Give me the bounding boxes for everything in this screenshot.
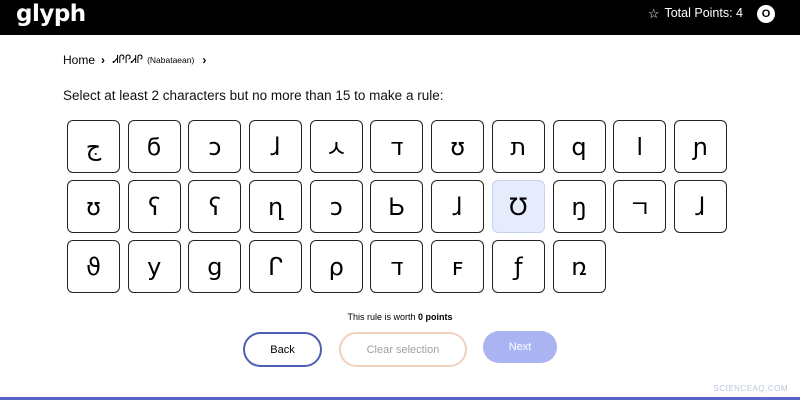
character-tile[interactable]: ʊ bbox=[431, 120, 485, 173]
character-tile[interactable]: ד bbox=[370, 120, 424, 173]
chevron-right-icon: › bbox=[101, 53, 106, 67]
character-tile[interactable]: ا bbox=[613, 120, 667, 173]
character-tile[interactable]: ŋ bbox=[552, 180, 606, 233]
character-tile[interactable]: ɺ bbox=[431, 180, 485, 233]
glyph-logo[interactable]: glyph bbox=[16, 1, 86, 27]
character-tile[interactable]: ɺ bbox=[249, 120, 303, 173]
next-button[interactable]: Next bbox=[483, 331, 557, 363]
character-grid: جϭɔɺㅅדʊתqاɲʊʕʕղɔᏏɺƱŋㄱɺϑyցᒋρדꜰƒռ bbox=[67, 120, 729, 293]
breadcrumb-script-language[interactable]: (Nabataean) bbox=[147, 55, 194, 65]
character-tile[interactable]: ᒋ bbox=[249, 240, 303, 293]
character-tile[interactable]: ɔ bbox=[188, 120, 242, 173]
avatar[interactable]: O bbox=[757, 5, 775, 23]
character-tile[interactable]: ʕ bbox=[127, 180, 181, 233]
character-tile[interactable]: ϑ bbox=[67, 240, 120, 293]
watermark: SCIENCEAQ.COM bbox=[713, 384, 788, 393]
character-tile[interactable]: ց bbox=[188, 240, 242, 293]
total-points: ☆ Total Points: 4 bbox=[648, 6, 743, 20]
character-tile[interactable]: ʕ bbox=[188, 180, 242, 233]
character-tile[interactable]: ת bbox=[491, 120, 545, 173]
chevron-right-icon: › bbox=[202, 53, 207, 67]
character-tile[interactable]: q bbox=[552, 120, 606, 173]
character-tile[interactable]: ㄱ bbox=[613, 180, 667, 233]
top-navigation-bar: glyph ☆ Total Points: 4 O bbox=[0, 0, 800, 35]
character-tile[interactable]: ɔ bbox=[309, 180, 363, 233]
character-tile[interactable]: ʊ bbox=[67, 180, 120, 233]
character-tile[interactable]: ƒ bbox=[491, 240, 545, 293]
breadcrumb-home-link[interactable]: Home bbox=[63, 53, 95, 67]
character-tile[interactable]: ㅅ bbox=[309, 120, 363, 173]
back-button[interactable]: Back bbox=[243, 332, 322, 367]
character-tile[interactable]: ד bbox=[370, 240, 424, 293]
rule-worth-text: This rule is worth 0 points bbox=[0, 312, 800, 322]
character-tile[interactable]: y bbox=[127, 240, 181, 293]
star-icon: ☆ bbox=[647, 5, 660, 21]
character-tile[interactable]: ρ bbox=[309, 240, 363, 293]
instruction-text: Select at least 2 characters but no more… bbox=[63, 88, 444, 103]
breadcrumb: Home › ᏗᎵᎵᏗᎵ (Nabataean) › bbox=[63, 53, 214, 67]
character-tile[interactable]: ج bbox=[67, 120, 120, 173]
character-tile[interactable]: ղ bbox=[249, 180, 303, 233]
clear-selection-button[interactable]: Clear selection bbox=[339, 332, 467, 367]
character-tile[interactable]: ɺ bbox=[673, 180, 727, 233]
character-tile[interactable]: ꜰ bbox=[431, 240, 485, 293]
rule-worth-points: 0 points bbox=[418, 312, 453, 322]
breadcrumb-script-name[interactable]: ᏗᎵᎵᏗᎵ bbox=[113, 53, 143, 67]
total-points-label: Total Points: 4 bbox=[664, 6, 743, 20]
character-tile[interactable]: ռ bbox=[552, 240, 606, 293]
character-tile[interactable]: Ʊ bbox=[491, 180, 545, 233]
character-tile[interactable]: ϭ bbox=[127, 120, 181, 173]
character-tile[interactable]: Ꮟ bbox=[370, 180, 424, 233]
character-tile[interactable]: ɲ bbox=[673, 120, 727, 173]
rule-worth-prefix: This rule is worth bbox=[347, 312, 418, 322]
